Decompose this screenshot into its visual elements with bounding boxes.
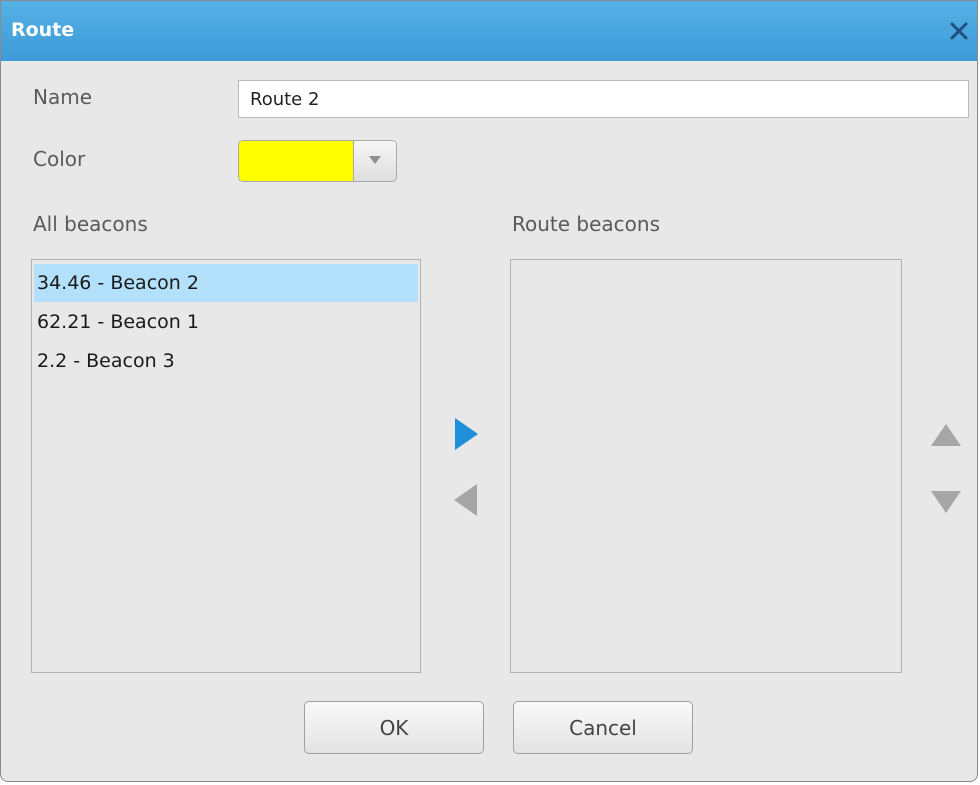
- chevron-down-icon: [369, 156, 381, 164]
- color-swatch[interactable]: [239, 141, 354, 181]
- dialog-title: Route: [11, 19, 75, 41]
- cancel-button[interactable]: Cancel: [513, 701, 693, 754]
- color-dropdown-button[interactable]: [354, 141, 396, 181]
- close-button[interactable]: [945, 17, 973, 45]
- route-beacons-label: Route beacons: [512, 212, 660, 236]
- remove-from-route-button[interactable]: [449, 480, 483, 520]
- list-item[interactable]: 34.46 - Beacon 2: [34, 264, 418, 302]
- list-item[interactable]: 62.21 - Beacon 1: [34, 303, 418, 341]
- triangle-right-icon: [455, 418, 478, 450]
- list-item[interactable]: 2.2 - Beacon 3: [34, 342, 418, 380]
- name-input[interactable]: [238, 80, 969, 118]
- move-up-button[interactable]: [929, 416, 963, 456]
- route-beacons-list[interactable]: [510, 259, 902, 673]
- title-bar: Route: [1, 1, 977, 61]
- color-picker[interactable]: [238, 140, 397, 182]
- triangle-down-icon: [931, 491, 961, 513]
- name-label: Name: [33, 85, 93, 109]
- close-icon: [950, 22, 968, 40]
- move-down-button[interactable]: [929, 481, 963, 521]
- ok-button[interactable]: OK: [304, 701, 484, 754]
- triangle-up-icon: [931, 424, 961, 446]
- triangle-left-icon: [454, 484, 477, 516]
- all-beacons-label: All beacons: [33, 212, 148, 236]
- all-beacons-list[interactable]: 34.46 - Beacon 2 62.21 - Beacon 1 2.2 - …: [31, 259, 421, 673]
- color-label: Color: [33, 147, 86, 171]
- route-dialog: Route Name Color All beacons 34.46 - Bea…: [0, 0, 978, 782]
- add-to-route-button[interactable]: [448, 414, 482, 454]
